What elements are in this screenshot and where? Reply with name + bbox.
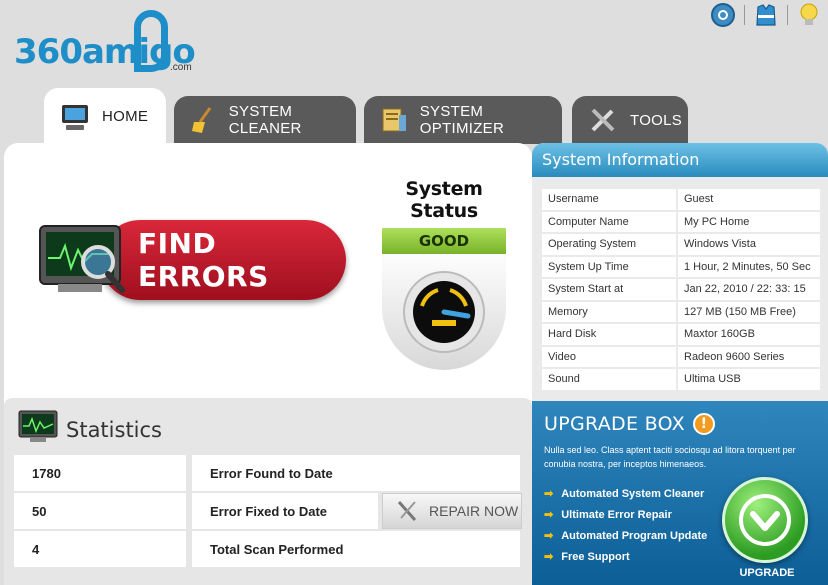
stat-label-text: Total Scan Performed [210,541,344,557]
upgrade-box-description: Nulla sed leo. Class aptent taciti socio… [544,445,796,469]
broom-icon [188,103,219,137]
upgrade-box: UPGRADE BOX ! Nulla sed leo. Class apten… [532,401,828,585]
lifevest-icon[interactable] [753,2,779,28]
info-value: Windows Vista [678,234,820,255]
info-value: My PC Home [678,211,820,232]
tab-label: SYSTEM CLEANER [228,103,302,137]
feature-label: Ultimate Error Repair [561,508,672,521]
upgrade-features-list: ➡ Automated System Cleaner ➡ Ultimate Erro… [544,483,707,567]
table-row: System Start at Jan 22, 2010 / 22: 33: 15 [542,279,820,300]
wrench-screwdriver-icon [395,498,421,524]
arrow-right-icon: ➡ [544,551,554,563]
stat-value: 4 [14,531,186,567]
info-key: Hard Disk [542,324,678,345]
table-row: Video Radeon 9600 Series [542,346,820,367]
list-item: ➡ Automated System Cleaner [544,483,707,504]
info-value: Ultima USB [678,369,820,390]
divider [787,5,788,25]
feature-label: Free Support [561,550,630,563]
info-key: Computer Name [542,211,678,232]
list-item: ➡ Free Support [544,546,707,567]
info-key: Memory [542,301,678,322]
divider [744,5,745,25]
logo-suffix: .com [170,62,192,73]
table-row: Memory 127 MB (150 MB Free) [542,301,820,322]
tab-system-optimizer[interactable]: SYSTEM OPTIMIZER [364,96,562,144]
table-row: System Up Time 1 Hour, 2 Minutes, 50 Sec [542,256,820,277]
system-information-table: Username Guest Computer Name My PC Home Op… [542,187,820,392]
stat-value: 1780 [14,455,186,491]
tab-label: TOOLS [630,111,683,129]
repair-now-button[interactable]: REPAIR NOW [382,493,522,529]
arrow-right-icon: ➡ [544,509,554,521]
speedometer-icon [382,254,506,370]
tab-label: HOME [102,107,149,125]
stat-number: 50 [32,503,47,519]
list-item: ➡ Ultimate Error Repair [544,504,707,525]
gear-icon[interactable] [710,2,736,28]
logo-text: 360amigo [14,32,196,72]
find-errors-label: FIND ERRORS [100,220,346,300]
stat-label: Total Scan Performed [192,531,520,567]
table-row: Sound Ultima USB [542,369,820,390]
info-key: Operating System [542,234,678,255]
optimizer-icon [378,103,410,137]
repair-now-label: REPAIR NOW [429,503,519,519]
system-information-panel: System Information Username Guest Compute… [532,143,828,401]
table-row: Computer Name My PC Home [542,211,820,232]
info-value: Maxtor 160GB [678,324,820,345]
feature-label: Automated System Cleaner [561,487,705,500]
system-status-title: System Status [405,178,483,222]
find-errors-button[interactable]: FIND ERRORS [38,220,346,304]
info-value: 1 Hour, 2 Minutes, 50 Sec [678,256,820,277]
system-information-title: System Information [532,143,828,177]
table-row: Hard Disk Maxtor 160GB [542,324,820,345]
list-item: ➡ Automated Program Update [544,525,707,546]
system-status: System Status GOOD [382,178,506,370]
stat-label-text: Error Fixed to Date [210,503,328,519]
tab-home[interactable]: HOME [44,88,166,144]
info-key: System Start at [542,279,678,300]
logo-wordmark: 360amigo [14,32,196,72]
tab-tools[interactable]: TOOLS [572,96,688,144]
status-badge: GOOD [382,228,506,254]
upgrade-button[interactable] [722,477,808,563]
feature-label: Automated Program Update [561,529,708,542]
checkmark-down-icon [739,494,791,546]
statistics-header: Statistics [18,410,162,449]
info-key: Video [542,346,678,367]
upgrade-box-header: UPGRADE BOX ! [544,413,715,435]
upgrade-box-title: UPGRADE BOX [544,413,685,435]
tools-icon [586,103,620,137]
home-icon [58,99,92,133]
arrow-right-icon: ➡ [544,488,554,500]
arrow-right-icon: ➡ [544,530,554,542]
stat-label: Error Fixed to Date [192,493,378,529]
stat-label-text: Error Found to Date [210,465,333,481]
tab-label: SYSTEM OPTIMIZER [419,103,505,137]
upgrade-button-label[interactable]: UPGRADE [732,567,802,579]
warning-icon: ! [692,413,715,435]
tab-system-cleaner[interactable]: SYSTEM CLEANER [174,96,356,144]
info-value: Radeon 9600 Series [678,346,820,367]
stat-value: 50 [14,493,186,529]
info-key: Sound [542,369,678,390]
table-row: Operating System Windows Vista [542,234,820,255]
info-value: Guest [678,189,820,210]
table-row: Username Guest [542,189,820,210]
stat-number: 4 [32,541,40,557]
info-value: Jan 22, 2010 / 22: 33: 15 [678,279,820,300]
statistics-title: Statistics [66,417,162,442]
stat-number: 1780 [32,465,61,481]
lightbulb-icon[interactable] [796,2,822,28]
stat-label: Error Found to Date [192,455,520,491]
info-key: Username [542,189,678,210]
info-value: 127 MB (150 MB Free) [678,301,820,322]
logo: 360amigo .com [14,10,196,76]
header-toolbar [710,2,822,28]
chart-monitor-icon [18,410,58,449]
monitor-magnifier-icon [38,222,130,294]
info-key: System Up Time [542,256,678,277]
